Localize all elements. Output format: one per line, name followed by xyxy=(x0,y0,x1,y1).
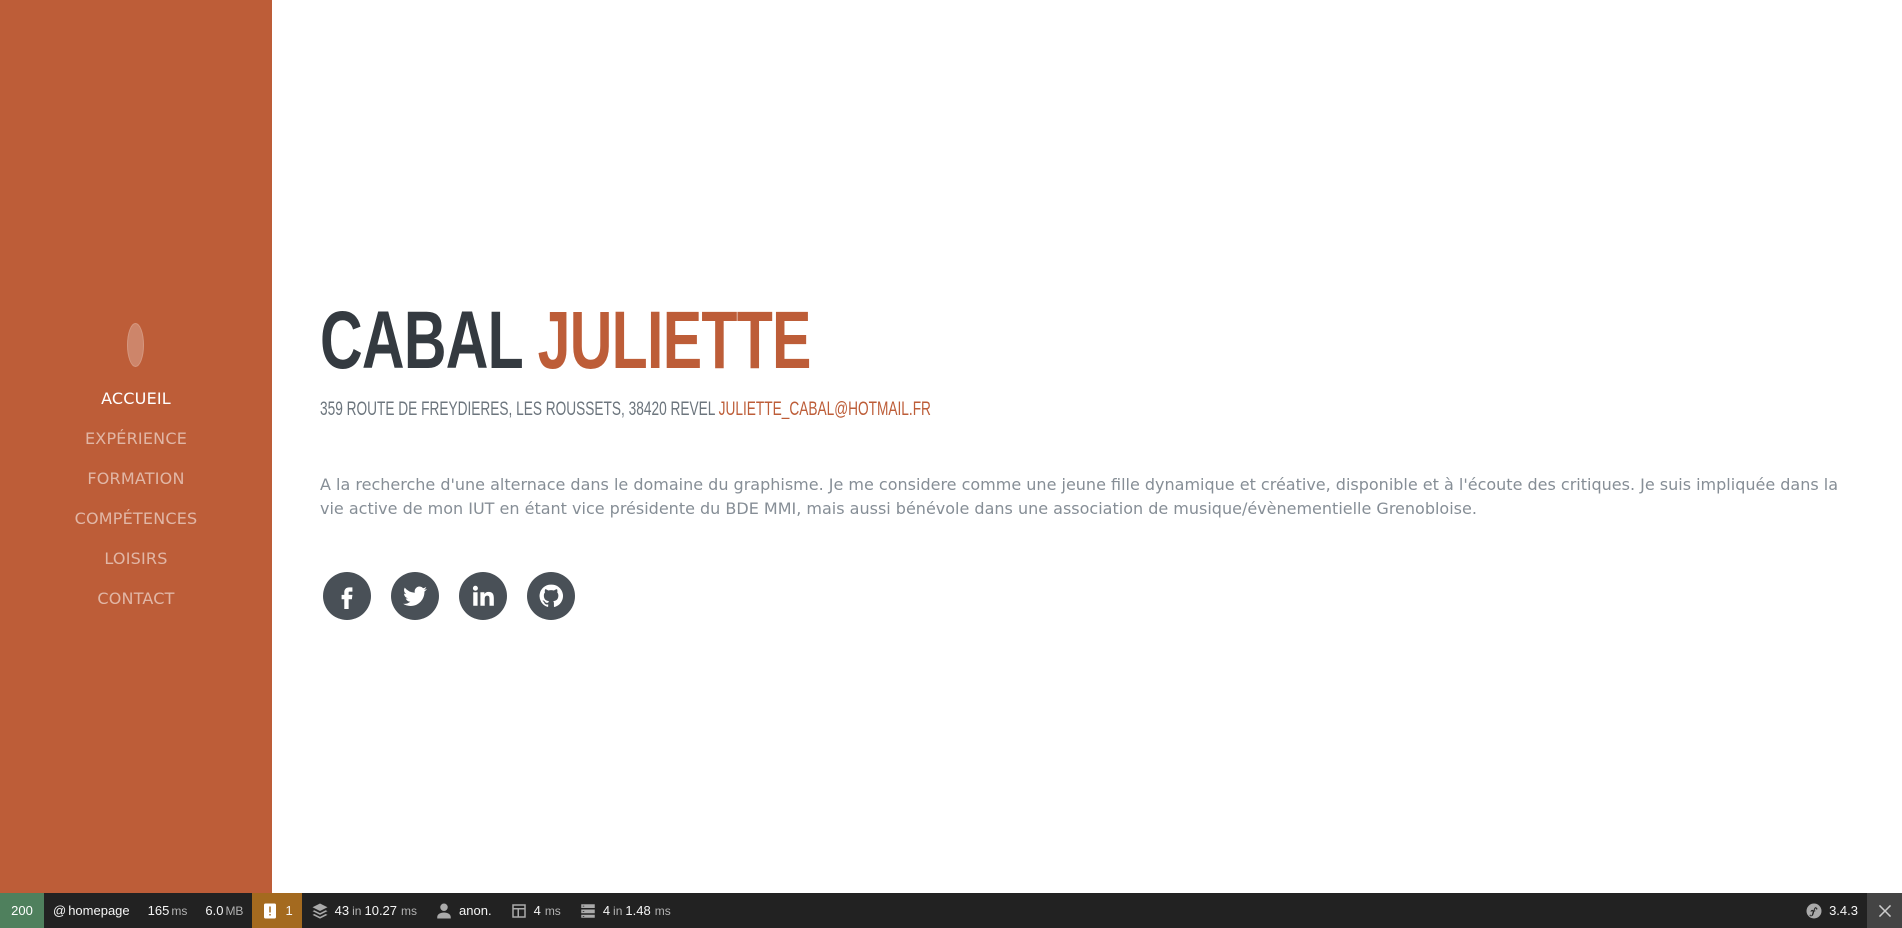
nav-item-competences: Compétences xyxy=(0,498,272,538)
symfony-debug-toolbar: 200 @ homepage 165 ms 6.0 MB 1 43 in 10.… xyxy=(0,893,1902,928)
page-title: Cabal Juliette xyxy=(320,300,811,382)
nav-link-formation[interactable]: Formation xyxy=(87,469,184,488)
route-prefix: @ xyxy=(53,903,67,918)
last-name: Cabal xyxy=(320,295,523,386)
nav-item-formation: Formation xyxy=(0,458,272,498)
contact-subheading: 359 route de freydieres, les Roussets, 3… xyxy=(320,399,931,421)
database-layers-icon xyxy=(312,903,328,919)
memory-value: 6.0 xyxy=(205,903,224,918)
cache-in-label: in xyxy=(613,903,623,918)
db-in-label: in xyxy=(352,903,362,918)
cache-unit: ms xyxy=(654,903,671,918)
main-content: Cabal Juliette 359 route de freydieres, … xyxy=(272,0,1902,893)
cache-calls: 4 xyxy=(602,903,611,918)
cache-block[interactable]: 4 in 1.48 ms xyxy=(570,893,680,928)
address: 359 route de freydieres, les Roussets, 3… xyxy=(320,399,715,420)
facebook-link[interactable] xyxy=(323,572,371,620)
route-block[interactable]: @ homepage xyxy=(44,893,139,928)
time-unit: ms xyxy=(171,903,188,918)
warnings-count: 1 xyxy=(285,903,293,918)
symfony-version-block[interactable]: 3.4.3 xyxy=(1796,893,1867,928)
sidebar: Accueil Expérience Formation Compétences… xyxy=(0,0,272,893)
linkedin-icon xyxy=(472,585,494,606)
cache-server-icon xyxy=(581,903,595,918)
avatar[interactable] xyxy=(127,323,144,367)
linkedin-link[interactable] xyxy=(459,572,507,620)
template-icon xyxy=(511,903,526,918)
nav-link-loisirs[interactable]: Loisirs xyxy=(104,549,167,568)
email-link[interactable]: juliette_cabal@hotmail.fr xyxy=(719,399,931,420)
nav-item-experience: Expérience xyxy=(0,418,272,458)
db-queries: 43 xyxy=(334,903,350,918)
twitter-icon xyxy=(403,586,427,606)
user-block[interactable]: anon. xyxy=(426,893,501,928)
user-icon xyxy=(437,903,451,918)
memory-unit: MB xyxy=(225,903,244,918)
cache-time: 1.48 xyxy=(625,903,651,918)
symfony-version: 3.4.3 xyxy=(1829,903,1858,918)
first-name: Juliette xyxy=(537,295,812,386)
memory-block[interactable]: 6.0 MB xyxy=(196,893,252,928)
nav-link-experience[interactable]: Expérience xyxy=(85,429,187,448)
nav-item-contact: Contact xyxy=(0,578,272,618)
twig-unit: ms xyxy=(544,903,561,918)
db-unit: ms xyxy=(401,903,418,918)
github-link[interactable] xyxy=(527,572,575,620)
twitter-link[interactable] xyxy=(391,572,439,620)
close-icon xyxy=(1878,904,1891,917)
db-time: 10.27 xyxy=(364,903,398,918)
description: A la recherche d'une alternace dans le d… xyxy=(320,475,1839,518)
twig-time: 4 xyxy=(533,903,541,918)
status-code-badge[interactable]: 200 xyxy=(0,893,44,928)
nav-item-loisirs: Loisirs xyxy=(0,538,272,578)
nav-link-contact[interactable]: Contact xyxy=(97,589,174,608)
nav-link-accueil[interactable]: Accueil xyxy=(101,389,171,408)
symfony-logo-icon xyxy=(1806,903,1822,918)
database-block[interactable]: 43 in 10.27 ms xyxy=(302,893,426,928)
warning-icon xyxy=(264,903,277,918)
nav-link-competences[interactable]: Compétences xyxy=(75,509,198,528)
toolbar-close-button[interactable] xyxy=(1867,893,1902,928)
nav-item-accueil: Accueil xyxy=(0,378,272,418)
github-icon xyxy=(539,584,564,607)
route-name: homepage xyxy=(68,903,130,918)
twig-block[interactable]: 4 ms xyxy=(501,893,570,928)
warnings-block[interactable]: 1 xyxy=(252,893,302,928)
social-icons xyxy=(323,572,575,620)
time-block[interactable]: 165 ms xyxy=(139,893,197,928)
user-name: anon. xyxy=(459,903,492,918)
time-value: 165 xyxy=(147,903,170,918)
sidebar-nav: Accueil Expérience Formation Compétences… xyxy=(0,378,272,618)
facebook-icon xyxy=(341,587,353,609)
